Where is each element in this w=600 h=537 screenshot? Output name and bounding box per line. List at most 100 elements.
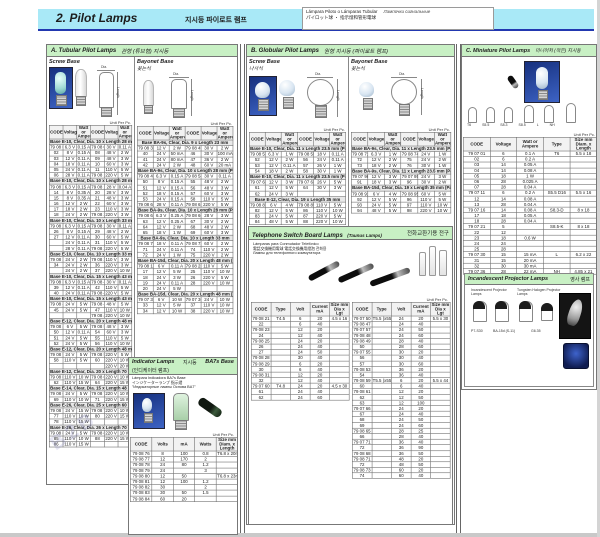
table-cell: 0.11 A xyxy=(330,157,346,163)
bulb-shape xyxy=(255,82,270,98)
tubular-screw-table: CODEVoltageWatt or AmpereCODEVoltageWatt… xyxy=(49,125,132,447)
column-header: CODE xyxy=(251,302,271,316)
table-cell: 79 08 57 xyxy=(49,352,63,358)
table-cell: 220 V xyxy=(418,208,435,214)
data-table: CODETypeVoltCurrent mASize mm Dia x Lgt7… xyxy=(251,302,349,400)
table-row: 79 07 0160.1 AT65.5 x 18 xyxy=(463,151,596,157)
table-cell: 0.15 A xyxy=(169,174,185,180)
table-cell: 79 08 45 xyxy=(185,146,201,152)
table-cell: 79 07 60 xyxy=(249,180,265,186)
translation-line-2: パイロット球 ・ 指示燈和管形電球 xyxy=(306,15,490,21)
dim-line xyxy=(97,70,115,71)
table-cell: 220 V xyxy=(104,173,118,179)
table-cell xyxy=(104,442,118,448)
table-cell: 10 W xyxy=(330,219,346,225)
table-cell: 110 V xyxy=(201,269,217,275)
tubular-screw-images: Dia. Length xyxy=(49,65,132,119)
table-group-title: Base BA-9s, Clear, Dia. 11 x Length 23.5… xyxy=(351,168,450,174)
table-cell: 79 08 25 xyxy=(49,223,63,229)
table-cell: 79 08 83 xyxy=(130,490,151,496)
table-cell: 79 08 70 xyxy=(137,241,153,247)
table-cell: 4.5 x 30 xyxy=(330,383,350,389)
lamp-base-shape xyxy=(538,90,548,100)
translation-es: Lámpara Piloto o Lámparas Tubular xyxy=(306,9,378,14)
table-row: 79 07 301515 mAL6.2 x 22 xyxy=(463,252,596,258)
bulb-shape xyxy=(279,80,295,96)
tubular-lamp-drawing xyxy=(171,79,187,109)
column-header: Watt or Ampere xyxy=(384,132,401,146)
dim-line xyxy=(307,77,333,78)
table-cell: 220 V xyxy=(104,268,118,274)
table-cell xyxy=(216,496,238,502)
table-cell: 0.11 A xyxy=(77,161,91,167)
table-cell: 0.11 A xyxy=(77,173,91,179)
table-cell: 110 V xyxy=(104,206,118,212)
table-cell: 79 08 71 xyxy=(351,152,368,158)
column-header: Size mm Dia x Lgt xyxy=(330,302,350,316)
miniature-images: T6 S5.5 S8.3 S8.5 L NH xyxy=(462,57,596,131)
table-row: 79 08 6524 V5 W79 08 70220 V10 W xyxy=(49,391,131,397)
column-header: Watt or Ampere xyxy=(330,132,346,146)
section-a-header: A. Tubular Pilot Lamps 관형 (튜브형) 지시등 xyxy=(47,45,237,57)
telephone-lamp-upright xyxy=(419,252,426,276)
table-cell: 50 mA xyxy=(169,151,185,157)
table-cell xyxy=(271,394,291,400)
lamp-base-drawing xyxy=(315,105,327,118)
table-cell: 110 V xyxy=(201,196,217,202)
projector-lamp-photo-blue xyxy=(563,343,589,369)
table-cell: 79 08 41 xyxy=(90,279,104,285)
table-cell: 6.3 V xyxy=(63,184,77,190)
table-cell: 110 V xyxy=(104,240,118,246)
globular-bayonet-table: CODEVoltageWatt or AmpereCODEVoltageWatt… xyxy=(351,132,451,214)
translation-line-1: Lámpara Piloto o Lámparas TubularЛампочк… xyxy=(306,9,490,14)
telephone-photos xyxy=(349,242,448,294)
table-cell: 34 xyxy=(137,308,153,314)
projector-lamp-drawing xyxy=(473,301,487,322)
projector-title: Incandescent Projector Lamps xyxy=(468,276,548,282)
table-cell: 79 08 59 xyxy=(90,352,104,358)
globular-bayonet-images: Dia. Length xyxy=(351,72,451,126)
table-cell xyxy=(195,496,216,502)
table-cell: T5.5 (x55) xyxy=(371,378,391,384)
section-b-title-korean: 원형 지시등 (파이로트 램프) xyxy=(324,47,388,55)
table-cell: 0.11 A xyxy=(77,167,91,173)
table-cell: 79 08 85 xyxy=(297,202,313,208)
column-header: Current mA xyxy=(411,302,431,316)
section-c-title: C. Miniature Pilot Lamps xyxy=(466,48,530,54)
tubular-bayonet-images: Dia. Length xyxy=(137,72,233,120)
indicator-photos: Unit Per Pc. xyxy=(129,391,237,437)
column-header: Size mm Diam. x Length xyxy=(216,437,238,451)
table-cell: 0.15 A xyxy=(77,150,91,156)
table-cell: 110 V xyxy=(104,285,118,291)
projector-lamp-drawing xyxy=(495,301,509,322)
miniature-lamp-photo xyxy=(524,61,560,103)
table-cell: 79 08 95 xyxy=(401,191,418,197)
table-cell: 0.11 A xyxy=(77,245,91,251)
mini-drawing xyxy=(566,103,576,123)
table-cell: 24 xyxy=(290,394,310,400)
telephone-header: Telephone Switch Board Lamps (Taunus Lam… xyxy=(249,227,452,240)
table-cell: 88 xyxy=(297,219,313,225)
lamp-base-shape xyxy=(258,99,269,111)
table-cell: 0.35 A xyxy=(77,195,91,201)
data-table: CODEVoltageWatt or AmpereCODEVoltageWatt… xyxy=(137,126,233,314)
table-cell: 60 xyxy=(310,394,330,400)
table-cell: 94 xyxy=(351,208,368,214)
indicator-note-3: "Индикаторные лампы Основа BA7" xyxy=(132,385,234,390)
table-cell: 220 V xyxy=(104,391,118,397)
telephone-table-left: CODETypeVoltCurrent mASize mm Dia x Lgt7… xyxy=(251,302,349,400)
table-cell: 0.11 A xyxy=(169,241,185,247)
table-cell: 79 07 90 xyxy=(351,174,368,180)
table-cell: 79 08 65 xyxy=(352,428,372,434)
table-cell: 79 08 47 xyxy=(352,322,372,328)
table-cell: 48 V xyxy=(265,219,281,225)
lamp-silhouette xyxy=(565,298,585,328)
telephone-table-right: CODETypeVoltCurrent mASize mm Dia x Lgt7… xyxy=(352,302,450,479)
table-row: 79 08 386.3 V0.15 A79 08 4130 V0.11 A xyxy=(49,279,131,285)
lamp-base-shape xyxy=(144,105,153,114)
section-a-title-korean: 관형 (튜브형) 지시등 xyxy=(121,47,168,55)
column-header: Voltage xyxy=(418,132,435,146)
table-row: 79 08 846020 xyxy=(130,496,237,502)
table-cell: 40 xyxy=(411,473,431,479)
column-header: Voltage xyxy=(368,132,385,146)
